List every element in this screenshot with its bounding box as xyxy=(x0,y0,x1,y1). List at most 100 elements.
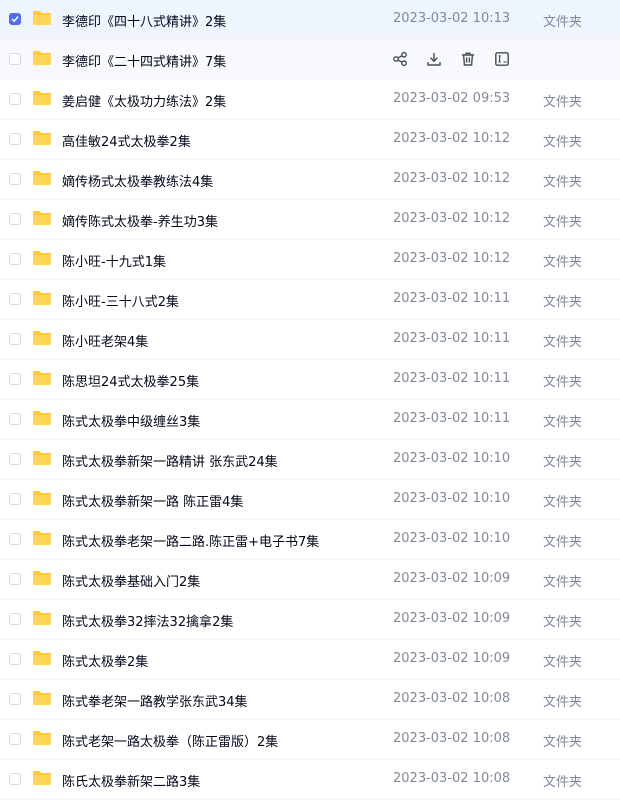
modified-time: 2023-03-02 10:12 xyxy=(393,211,511,226)
row-checkbox[interactable] xyxy=(9,93,21,105)
file-name[interactable]: 李德印《四十八式精讲》2集 xyxy=(62,11,226,30)
file-type: 文件夹 xyxy=(543,695,583,710)
folder-icon xyxy=(33,731,51,745)
file-type: 文件夹 xyxy=(543,255,583,270)
modified-time: 2023-03-02 10:11 xyxy=(393,371,511,386)
folder-icon xyxy=(33,291,51,305)
folder-icon xyxy=(33,611,51,625)
share-icon[interactable] xyxy=(390,49,410,69)
row-checkbox[interactable] xyxy=(9,613,21,625)
folder-icon xyxy=(33,451,51,465)
row-checkbox[interactable] xyxy=(9,533,21,545)
file-name[interactable]: 陈式太极拳2集 xyxy=(62,651,148,670)
modified-time: 2023-03-02 10:09 xyxy=(393,611,511,626)
file-name[interactable]: 陈思坦24式太极拳25集 xyxy=(62,371,199,390)
file-row[interactable]: 陈小旺老架4集 2023-03-02 10:11 文件夹 xyxy=(0,320,620,360)
row-checkbox[interactable] xyxy=(9,413,21,425)
file-row[interactable]: 陈小旺-三十八式2集 2023-03-02 10:11 文件夹 xyxy=(0,280,620,320)
row-checkbox[interactable] xyxy=(9,213,21,225)
row-checkbox[interactable] xyxy=(9,333,21,345)
file-name[interactable]: 陈氏太极拳新架二路3集 xyxy=(62,771,200,790)
modified-time: 2023-03-02 10:12 xyxy=(393,251,511,266)
folder-icon xyxy=(33,11,51,25)
row-checkbox[interactable] xyxy=(9,133,21,145)
file-name[interactable]: 陈式太极拳基础入门2集 xyxy=(62,571,200,590)
modified-time: 2023-03-02 10:12 xyxy=(393,171,511,186)
file-type: 文件夹 xyxy=(543,375,583,390)
file-row[interactable]: 高佳敏24式太极拳2集 2023-03-02 10:12 文件夹 xyxy=(0,120,620,160)
folder-icon xyxy=(33,651,51,665)
row-checkbox[interactable] xyxy=(9,733,21,745)
row-checkbox[interactable] xyxy=(9,293,21,305)
file-type: 文件夹 xyxy=(543,455,583,470)
file-type: 文件夹 xyxy=(543,335,583,350)
folder-icon xyxy=(33,211,51,225)
file-row[interactable]: 陈式拳老架一路教学张东武34集 2023-03-02 10:08 文件夹 xyxy=(0,680,620,720)
file-name[interactable]: 高佳敏24式太极拳2集 xyxy=(62,131,191,150)
file-type: 文件夹 xyxy=(543,495,583,510)
row-checkbox[interactable] xyxy=(9,253,21,265)
modified-time: 2023-03-02 10:11 xyxy=(393,331,511,346)
folder-icon xyxy=(33,771,51,785)
file-row[interactable]: 陈式太极拳2集 2023-03-02 10:09 文件夹 xyxy=(0,640,620,680)
row-checkbox[interactable] xyxy=(9,173,21,185)
file-name[interactable]: 陈式太极拳新架一路 陈正雷4集 xyxy=(62,491,243,510)
row-checkbox[interactable] xyxy=(9,573,21,585)
modified-time: 2023-03-02 10:10 xyxy=(393,531,511,546)
file-type: 文件夹 xyxy=(543,535,583,550)
row-checkbox[interactable] xyxy=(9,453,21,465)
row-checkbox[interactable] xyxy=(9,13,21,25)
file-type: 文件夹 xyxy=(543,615,583,630)
file-row[interactable]: 陈思坦24式太极拳25集 2023-03-02 10:11 文件夹 xyxy=(0,360,620,400)
folder-icon xyxy=(33,171,51,185)
file-row[interactable]: 陈式太极拳基础入门2集 2023-03-02 10:09 文件夹 xyxy=(0,560,620,600)
file-row[interactable]: 陈式太极拳新架一路精讲 张东武24集 2023-03-02 10:10 文件夹 xyxy=(0,440,620,480)
folder-icon xyxy=(33,691,51,705)
file-name[interactable]: 陈式太极拳老架一路二路.陈正雷+电子书7集 xyxy=(62,531,319,550)
file-row[interactable]: 嫡传杨式太极拳教练法4集 2023-03-02 10:12 文件夹 xyxy=(0,160,620,200)
file-row[interactable]: 陈式太极拳32摔法32擒拿2集 2023-03-02 10:09 文件夹 xyxy=(0,600,620,640)
modified-time: 2023-03-02 10:10 xyxy=(393,491,511,506)
file-type: 文件夹 xyxy=(543,135,583,150)
file-name[interactable]: 陈式太极拳新架一路精讲 张东武24集 xyxy=(62,451,278,470)
file-name[interactable]: 陈式太极拳中级缠丝3集 xyxy=(62,411,200,430)
file-row[interactable]: 李德印《二十四式精讲》7集 xyxy=(0,40,620,80)
file-list: 李德印《四十八式精讲》2集 2023-03-02 10:13 文件夹 李德印《二… xyxy=(0,0,620,800)
row-checkbox[interactable] xyxy=(9,653,21,665)
file-row[interactable]: 陈小旺-十九式1集 2023-03-02 10:12 文件夹 xyxy=(0,240,620,280)
file-name[interactable]: 陈式拳老架一路教学张东武34集 xyxy=(62,691,248,710)
file-row[interactable]: 陈氏太极拳新架二路3集 2023-03-02 10:08 文件夹 xyxy=(0,760,620,800)
file-name[interactable]: 嫡传陈式太极拳-养生功3集 xyxy=(62,211,218,230)
row-checkbox[interactable] xyxy=(9,773,21,785)
row-checkbox[interactable] xyxy=(9,53,21,65)
download-icon[interactable] xyxy=(424,49,444,69)
file-type: 文件夹 xyxy=(543,775,583,790)
file-type: 文件夹 xyxy=(543,295,583,310)
folder-icon xyxy=(33,531,51,545)
file-row[interactable]: 陈式太极拳老架一路二路.陈正雷+电子书7集 2023-03-02 10:10 文… xyxy=(0,520,620,560)
file-name[interactable]: 嫡传杨式太极拳教练法4集 xyxy=(62,171,213,190)
file-row[interactable]: 李德印《四十八式精讲》2集 2023-03-02 10:13 文件夹 xyxy=(0,0,620,40)
row-checkbox[interactable] xyxy=(9,693,21,705)
file-name[interactable]: 陈小旺-十九式1集 xyxy=(62,251,166,270)
file-name[interactable]: 陈式老架一路太极拳（陈正雷版）2集 xyxy=(62,731,278,750)
file-row[interactable]: 陈式太极拳新架一路 陈正雷4集 2023-03-02 10:10 文件夹 xyxy=(0,480,620,520)
file-name[interactable]: 陈式太极拳32摔法32擒拿2集 xyxy=(62,611,233,630)
row-checkbox[interactable] xyxy=(9,373,21,385)
file-row[interactable]: 姜启健《太极功力练法》2集 2023-03-02 09:53 文件夹 xyxy=(0,80,620,120)
file-row[interactable]: 陈式老架一路太极拳（陈正雷版）2集 2023-03-02 10:08 文件夹 xyxy=(0,720,620,760)
file-row[interactable]: 陈式太极拳中级缠丝3集 2023-03-02 10:11 文件夹 xyxy=(0,400,620,440)
file-row[interactable]: 嫡传陈式太极拳-养生功3集 2023-03-02 10:12 文件夹 xyxy=(0,200,620,240)
file-type: 文件夹 xyxy=(543,175,583,190)
row-checkbox[interactable] xyxy=(9,493,21,505)
file-name[interactable]: 陈小旺老架4集 xyxy=(62,331,148,350)
file-name[interactable]: 陈小旺-三十八式2集 xyxy=(62,291,179,310)
modified-time: 2023-03-02 09:53 xyxy=(393,91,511,106)
rename-icon[interactable] xyxy=(492,49,512,69)
delete-icon[interactable] xyxy=(458,49,478,69)
file-name[interactable]: 李德印《二十四式精讲》7集 xyxy=(62,51,226,70)
file-name[interactable]: 姜启健《太极功力练法》2集 xyxy=(62,91,226,110)
file-type: 文件夹 xyxy=(543,215,583,230)
modified-time: 2023-03-02 10:08 xyxy=(393,731,511,746)
folder-icon xyxy=(33,571,51,585)
